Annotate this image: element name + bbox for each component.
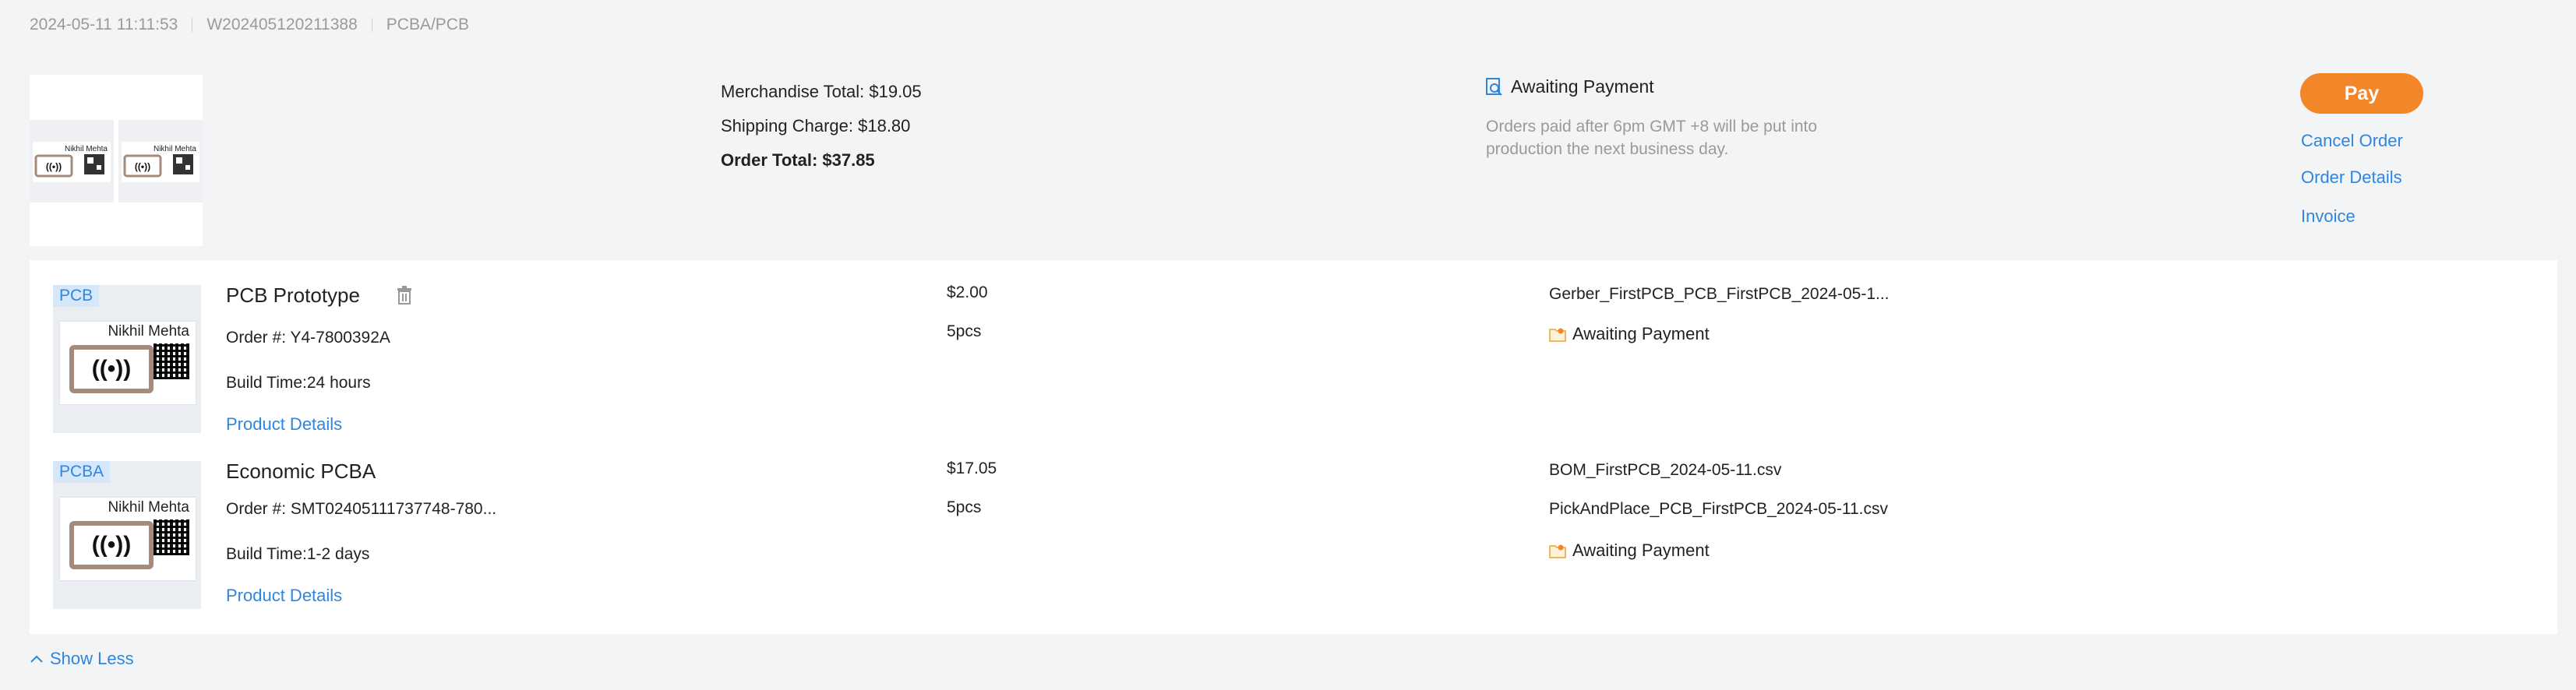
product-details-link[interactable]: Product Details xyxy=(226,414,342,435)
order-id: W202405120211388 xyxy=(206,16,358,33)
show-less-toggle[interactable]: Show Less xyxy=(30,649,134,669)
item-status: Awaiting Payment xyxy=(1549,324,1710,344)
status-note: Orders paid after 6pm GMT +8 will be put… xyxy=(1486,118,1818,158)
shipping-charge: Shipping Charge: $18.80 xyxy=(721,116,911,136)
build-time: Build Time:1-2 days xyxy=(226,545,370,563)
board-image-icon: Nikhil Mehta ((•)) xyxy=(118,120,203,202)
product-image: PCB Nikhil Mehta ((•)) xyxy=(53,285,201,433)
invoice-link[interactable]: Invoice xyxy=(2301,206,2355,227)
item-price: $17.05 xyxy=(947,459,997,477)
item-status: Awaiting Payment xyxy=(1549,540,1710,561)
product-image: PCBA Nikhil Mehta ((•)) xyxy=(53,461,201,609)
show-less-label: Show Less xyxy=(50,649,134,668)
product-title: PCB Prototype xyxy=(226,283,360,307)
status-text: Awaiting Payment xyxy=(1511,76,1654,97)
product-details-link[interactable]: Product Details xyxy=(226,586,342,606)
thumbnail-pcba: Nikhil Mehta ((•)) xyxy=(118,120,203,202)
cancel-order-link[interactable]: Cancel Order xyxy=(2301,131,2403,151)
folder-icon xyxy=(1549,544,1566,558)
thumb-label: Nikhil Mehta xyxy=(154,145,196,153)
board-preview: Nikhil Mehta ((•)) xyxy=(59,497,196,581)
thumbnail-pcb: Nikhil Mehta ((•)) xyxy=(30,120,114,202)
board-preview: Nikhil Mehta ((•)) xyxy=(59,321,196,405)
item-status-text: Awaiting Payment xyxy=(1572,540,1710,560)
qr-code-icon xyxy=(154,519,189,555)
item-price: $2.00 xyxy=(947,283,988,301)
trash-icon[interactable] xyxy=(396,285,413,305)
board-name: Nikhil Mehta xyxy=(108,499,189,516)
product-type-tag: PCB xyxy=(53,285,100,307)
order-number: Order #: SMT02405111737748-780... xyxy=(226,500,497,518)
order-items-panel: PCB Nikhil Mehta ((•)) PCB Prototype Ord… xyxy=(30,260,2557,634)
build-time: Build Time:24 hours xyxy=(226,374,371,392)
nfc-symbol-icon: ((•)) xyxy=(69,345,154,393)
product-type-tag: PCBA xyxy=(53,461,111,483)
board-name: Nikhil Mehta xyxy=(108,323,189,340)
file-name: BOM_FirstPCB_2024-05-11.csv xyxy=(1549,461,1782,479)
item-quantity: 5pcs xyxy=(947,498,982,516)
file-name: PickAndPlace_PCB_FirstPCB_2024-05-11.csv xyxy=(1549,500,1888,518)
svg-text:((•)): ((•)) xyxy=(46,161,62,172)
svg-text:((•)): ((•)) xyxy=(135,161,150,172)
order-status: Awaiting Payment xyxy=(1486,76,1654,97)
order-total: Order Total: $37.85 xyxy=(721,150,875,170)
magnifier-document-icon xyxy=(1486,77,1502,96)
merchandise-total: Merchandise Total: $19.05 xyxy=(721,82,922,101)
order-thumbnails: Nikhil Mehta ((•)) Nikhil Mehta ((•)) xyxy=(30,75,203,246)
item-status-text: Awaiting Payment xyxy=(1572,324,1710,343)
folder-icon xyxy=(1549,328,1566,342)
order-details-link[interactable]: Order Details xyxy=(2301,167,2402,188)
chevron-up-icon xyxy=(30,655,43,663)
thumb-label: Nikhil Mehta xyxy=(65,145,108,153)
board-image-icon: Nikhil Mehta ((•)) xyxy=(30,120,114,202)
product-title: Economic PCBA xyxy=(226,459,376,483)
file-name: Gerber_FirstPCB_PCB_FirstPCB_2024-05-1..… xyxy=(1549,285,1890,303)
order-datetime: 2024-05-11 11:11:53 xyxy=(30,16,178,33)
qr-code-icon xyxy=(154,343,189,379)
order-number: Order #: Y4-7800392A xyxy=(226,329,390,347)
order-totals: Merchandise Total: $19.05 Shipping Charg… xyxy=(721,75,922,178)
order-meta: 2024-05-11 11:11:53 W202405120211388 PCB… xyxy=(30,16,469,34)
nfc-symbol-icon: ((•)) xyxy=(69,521,154,569)
order-category: PCBA/PCB xyxy=(386,16,469,33)
pay-button[interactable]: Pay xyxy=(2300,73,2423,114)
item-quantity: 5pcs xyxy=(947,322,982,340)
